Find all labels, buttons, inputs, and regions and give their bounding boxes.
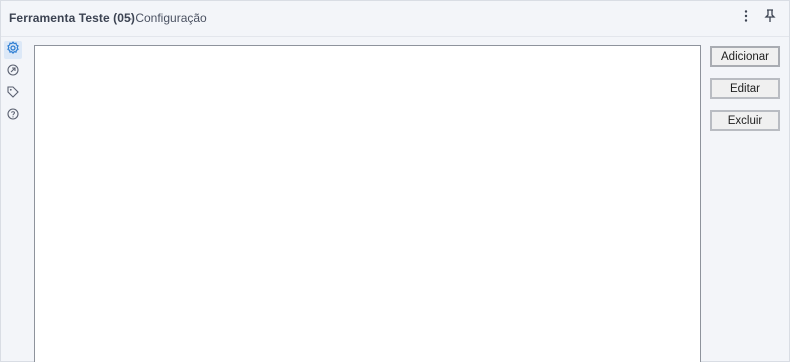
annotation-tab[interactable] [4, 85, 22, 103]
help-circle-icon [7, 107, 19, 125]
edit-button[interactable]: Editar [710, 78, 780, 99]
pin-icon [764, 8, 776, 28]
help-tab[interactable] [4, 107, 22, 125]
more-options-button[interactable] [737, 9, 755, 27]
delete-button[interactable]: Excluir [710, 110, 780, 131]
panel-header: Ferramenta Teste (05) - Configuração [1, 1, 789, 37]
section-title: - Configuração [128, 11, 207, 25]
gear-icon [6, 40, 20, 60]
arrow-circle-icon [7, 63, 19, 81]
configuration-tab[interactable] [4, 40, 22, 60]
pin-button[interactable] [761, 8, 779, 28]
side-navigation [1, 38, 25, 361]
navigation-tab[interactable] [4, 63, 22, 81]
tool-title: Ferramenta Teste (05) [9, 11, 135, 25]
more-vertical-icon [744, 9, 748, 27]
configuration-panel: Ferramenta Teste (05) - Configuração Adi… [0, 0, 790, 362]
add-button[interactable]: Adicionar [710, 46, 780, 67]
tag-icon [7, 85, 19, 103]
configuration-list[interactable] [34, 45, 701, 362]
